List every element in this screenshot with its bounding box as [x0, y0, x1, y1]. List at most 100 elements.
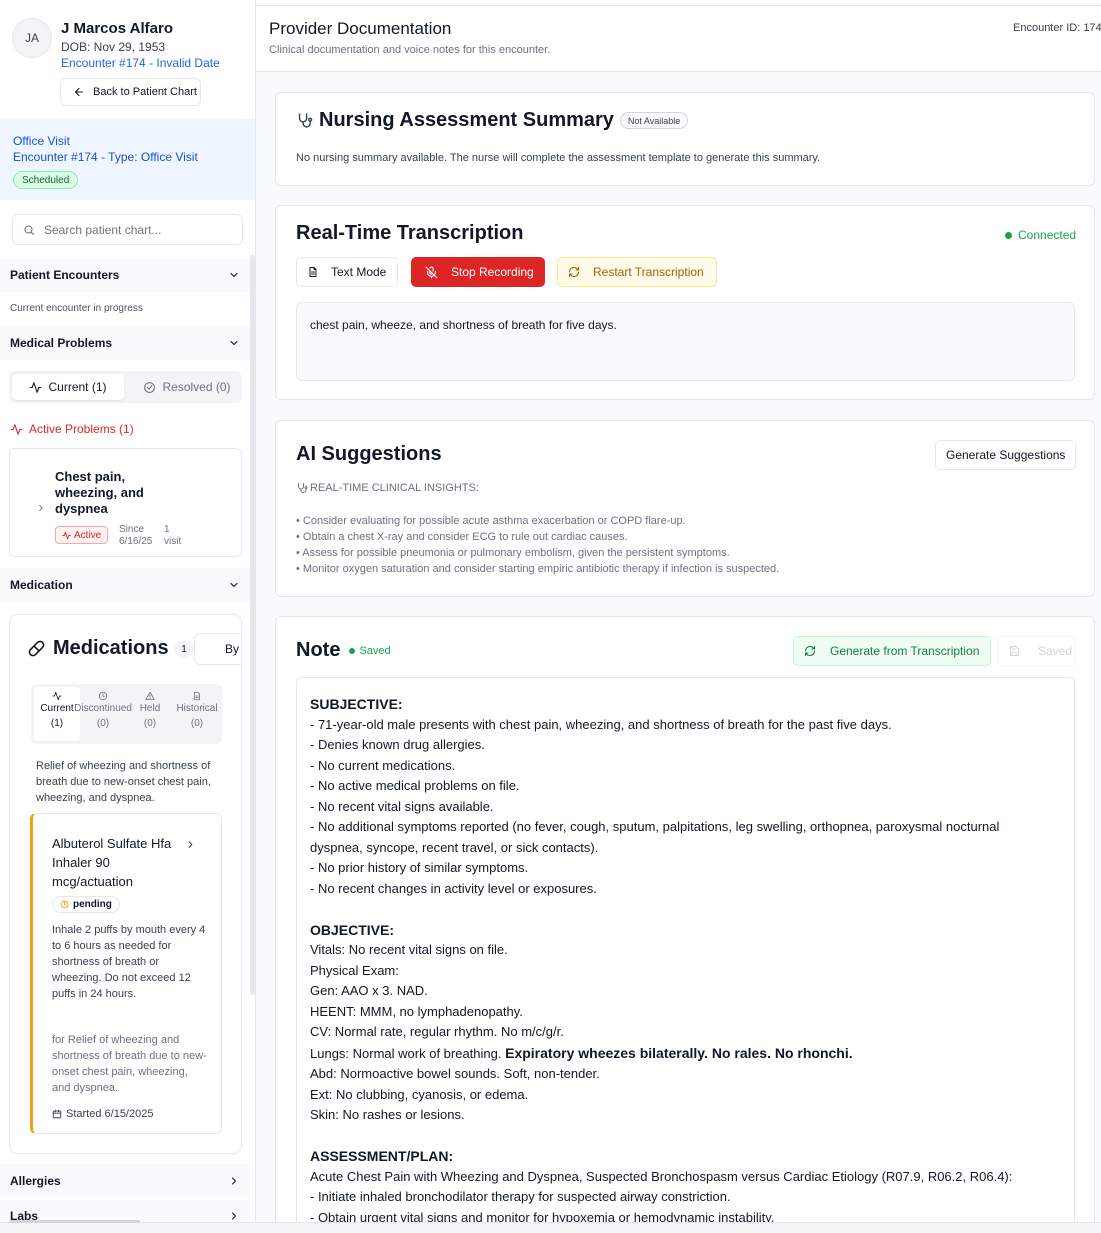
button-label: Text Mode — [331, 265, 387, 279]
page-title: Provider Documentation — [269, 19, 452, 38]
save-note-button[interactable]: Saved — [997, 636, 1076, 666]
medications-count-badge: 1 — [174, 641, 194, 657]
medications-title: Medications — [28, 637, 169, 660]
generate-suggestions-button[interactable]: Generate Suggestions — [935, 440, 1076, 470]
problem-item[interactable]: Chest pain, wheezing, and dyspnea Active… — [9, 448, 242, 557]
tab-medications-discontinued[interactable]: Discontinued (0) — [74, 687, 132, 741]
saved-label: Saved — [359, 644, 391, 657]
note-line: - Obtain urgent vital signs and monitor … — [310, 1209, 775, 1223]
tab-medications-current[interactable]: Current (1) — [34, 687, 80, 741]
insights-header: REAL-TIME CLINICAL INSIGHTS: — [296, 482, 479, 494]
note-line: - No recent vital signs available. — [310, 798, 494, 814]
status-label: pending — [73, 899, 112, 910]
since-date: 6/16/25 — [119, 536, 153, 547]
medication-group-reason: Relief of wheezing and shortness of brea… — [36, 760, 211, 804]
back-to-chart-button[interactable]: Back to Patient Chart — [60, 78, 201, 106]
chevron-down-icon — [228, 337, 240, 349]
generate-from-transcription-button[interactable]: Generate from Transcription — [793, 636, 991, 666]
search-input[interactable] — [44, 222, 224, 237]
problem-visits: 1 visit — [164, 524, 181, 548]
note-editor[interactable]: SUBJECTIVE: - 71-year-old male presents … — [296, 677, 1075, 1222]
group-by-button[interactable]: By M — [194, 633, 241, 665]
saved-indicator: Saved — [349, 644, 391, 657]
tab-count: (1) — [50, 718, 64, 729]
visit-count: 1 — [164, 524, 170, 535]
note-line: CV: Normal rate, regular rhythm. No m/c/… — [310, 1024, 564, 1039]
problem-title: Chest pain, wheezing, and dyspnea — [55, 469, 144, 516]
note-line: Gen: AAO x 3. NAD. — [310, 983, 428, 998]
lungs-bold-text: Expiratory wheezes bilaterally. No rales… — [505, 1044, 853, 1061]
patient-sidebar: JA J Marcos Alfaro DOB: Nov 29, 1953 Enc… — [0, 0, 256, 1233]
provider-documentation: Provider Documentation Clinical document… — [256, 6, 1101, 1222]
stop-recording-button[interactable]: Stop Recording — [411, 257, 545, 287]
pill-icon — [28, 640, 45, 657]
section-medication[interactable]: Medication — [0, 568, 250, 602]
tab-count: (0) — [190, 718, 204, 729]
visit-title: Office Visit — [13, 134, 70, 148]
section-label: Medication — [10, 578, 73, 592]
note-line: - Initiate inhaled bronchodilator therap… — [310, 1189, 731, 1204]
sidebar-scrollbar[interactable] — [250, 255, 255, 995]
tab-current-problems[interactable]: Current (1) — [12, 374, 124, 400]
note-line: Skin: No rashes or lesions. — [310, 1107, 465, 1122]
medications-label: Medications — [53, 637, 169, 659]
note-line: - Denies known drug allergies. — [310, 737, 485, 752]
section-medical-problems[interactable]: Medical Problems — [0, 326, 250, 360]
note-title: Note Saved — [296, 639, 391, 662]
search-icon — [23, 224, 35, 236]
page-subtitle: Clinical documentation and voice notes f… — [269, 44, 551, 56]
visit-label: visit — [164, 536, 182, 547]
note-card: Note Saved Generate from Transcription S… — [275, 616, 1095, 1222]
chevron-right-icon[interactable] — [36, 503, 46, 513]
chevron-down-icon — [228, 579, 240, 591]
button-label: Saved — [1038, 644, 1073, 658]
note-line: - No active medical problems on file. — [310, 778, 520, 793]
note-line: - No prior history of similar symptoms. — [310, 860, 529, 875]
tab-label: Resolved (0) — [162, 380, 231, 394]
chevron-right-icon[interactable] — [185, 839, 196, 850]
transcription-title: Real-Time Transcription — [296, 222, 524, 244]
medication-sig: Inhale 2 puffs by mouth every 4 to 6 hou… — [52, 924, 206, 1000]
horizontal-scrollbar-thumb[interactable] — [10, 1220, 140, 1223]
horizontal-scrollbar[interactable] — [0, 1222, 1101, 1233]
encounter-link[interactable]: Encounter #174 - Invalid Date — [61, 56, 220, 70]
nursing-summary-title: Nursing Assessment Summary Not Available — [296, 109, 689, 132]
note-line: Physical Exam: — [310, 962, 399, 978]
tab-resolved-problems[interactable]: Resolved (0) — [135, 374, 239, 400]
medications-panel: Medications 1 By M Current (1) Discontin… — [9, 614, 242, 1154]
text-mode-button[interactable]: Text Mode — [296, 257, 398, 287]
current-visit-panel[interactable]: Office Visit Encounter #174 - Type: Offi… — [0, 119, 255, 200]
note-line: Ext: No clubbing, cyanosis, or edema. — [310, 1086, 529, 1102]
active-problems-label: Active Problems (1) — [29, 422, 134, 436]
medication-name: Albuterol Sulfate Hfa Inhaler 90 mcg/act… — [52, 836, 172, 889]
section-patient-encounters[interactable]: Patient Encounters — [0, 258, 250, 292]
section-label: Medical Problems — [10, 336, 113, 350]
list-item: • Obtain a chest X-ray and consider ECG … — [296, 531, 628, 543]
note-line: Abd: Normoactive bowel sounds. Soft, non… — [310, 1066, 600, 1081]
arrow-left-icon — [73, 86, 85, 98]
button-label: Generate Suggestions — [946, 448, 1066, 462]
search-field[interactable] — [12, 214, 243, 245]
subjective-section: - 71-year-old male presents with chest p… — [310, 715, 1061, 900]
tab-medications-held[interactable]: Held (0) — [127, 687, 173, 741]
problems-toggle: Current (1) Resolved (0) — [9, 371, 242, 403]
page-header: Provider Documentation Clinical document… — [256, 6, 1101, 72]
tab-medications-historical[interactable]: Historical (0) — [174, 687, 220, 741]
restart-transcription-button[interactable]: Restart Transcription — [557, 257, 717, 287]
tab-label: Held — [139, 703, 161, 714]
transcription-text[interactable]: chest pain, wheeze, and shortness of bre… — [296, 302, 1075, 381]
activity-icon — [52, 691, 62, 701]
activity-icon — [29, 381, 42, 394]
refresh-icon — [568, 266, 580, 278]
status-dot-icon — [349, 647, 356, 654]
subjective-heading: SUBJECTIVE: — [310, 696, 403, 712]
avatar: JA — [12, 18, 52, 58]
medication-status-badge: pending — [52, 896, 120, 913]
title-label: Note — [296, 639, 341, 661]
status-label: Active — [74, 529, 102, 541]
insights-list: • Consider evaluating for possible acute… — [296, 513, 779, 577]
patient-name: J Marcos Alfaro — [61, 20, 173, 37]
section-allergies[interactable]: Allergies — [0, 1164, 250, 1198]
activity-icon — [62, 531, 71, 540]
medication-item[interactable]: Albuterol Sulfate Hfa Inhaler 90 mcg/act… — [30, 813, 222, 1134]
